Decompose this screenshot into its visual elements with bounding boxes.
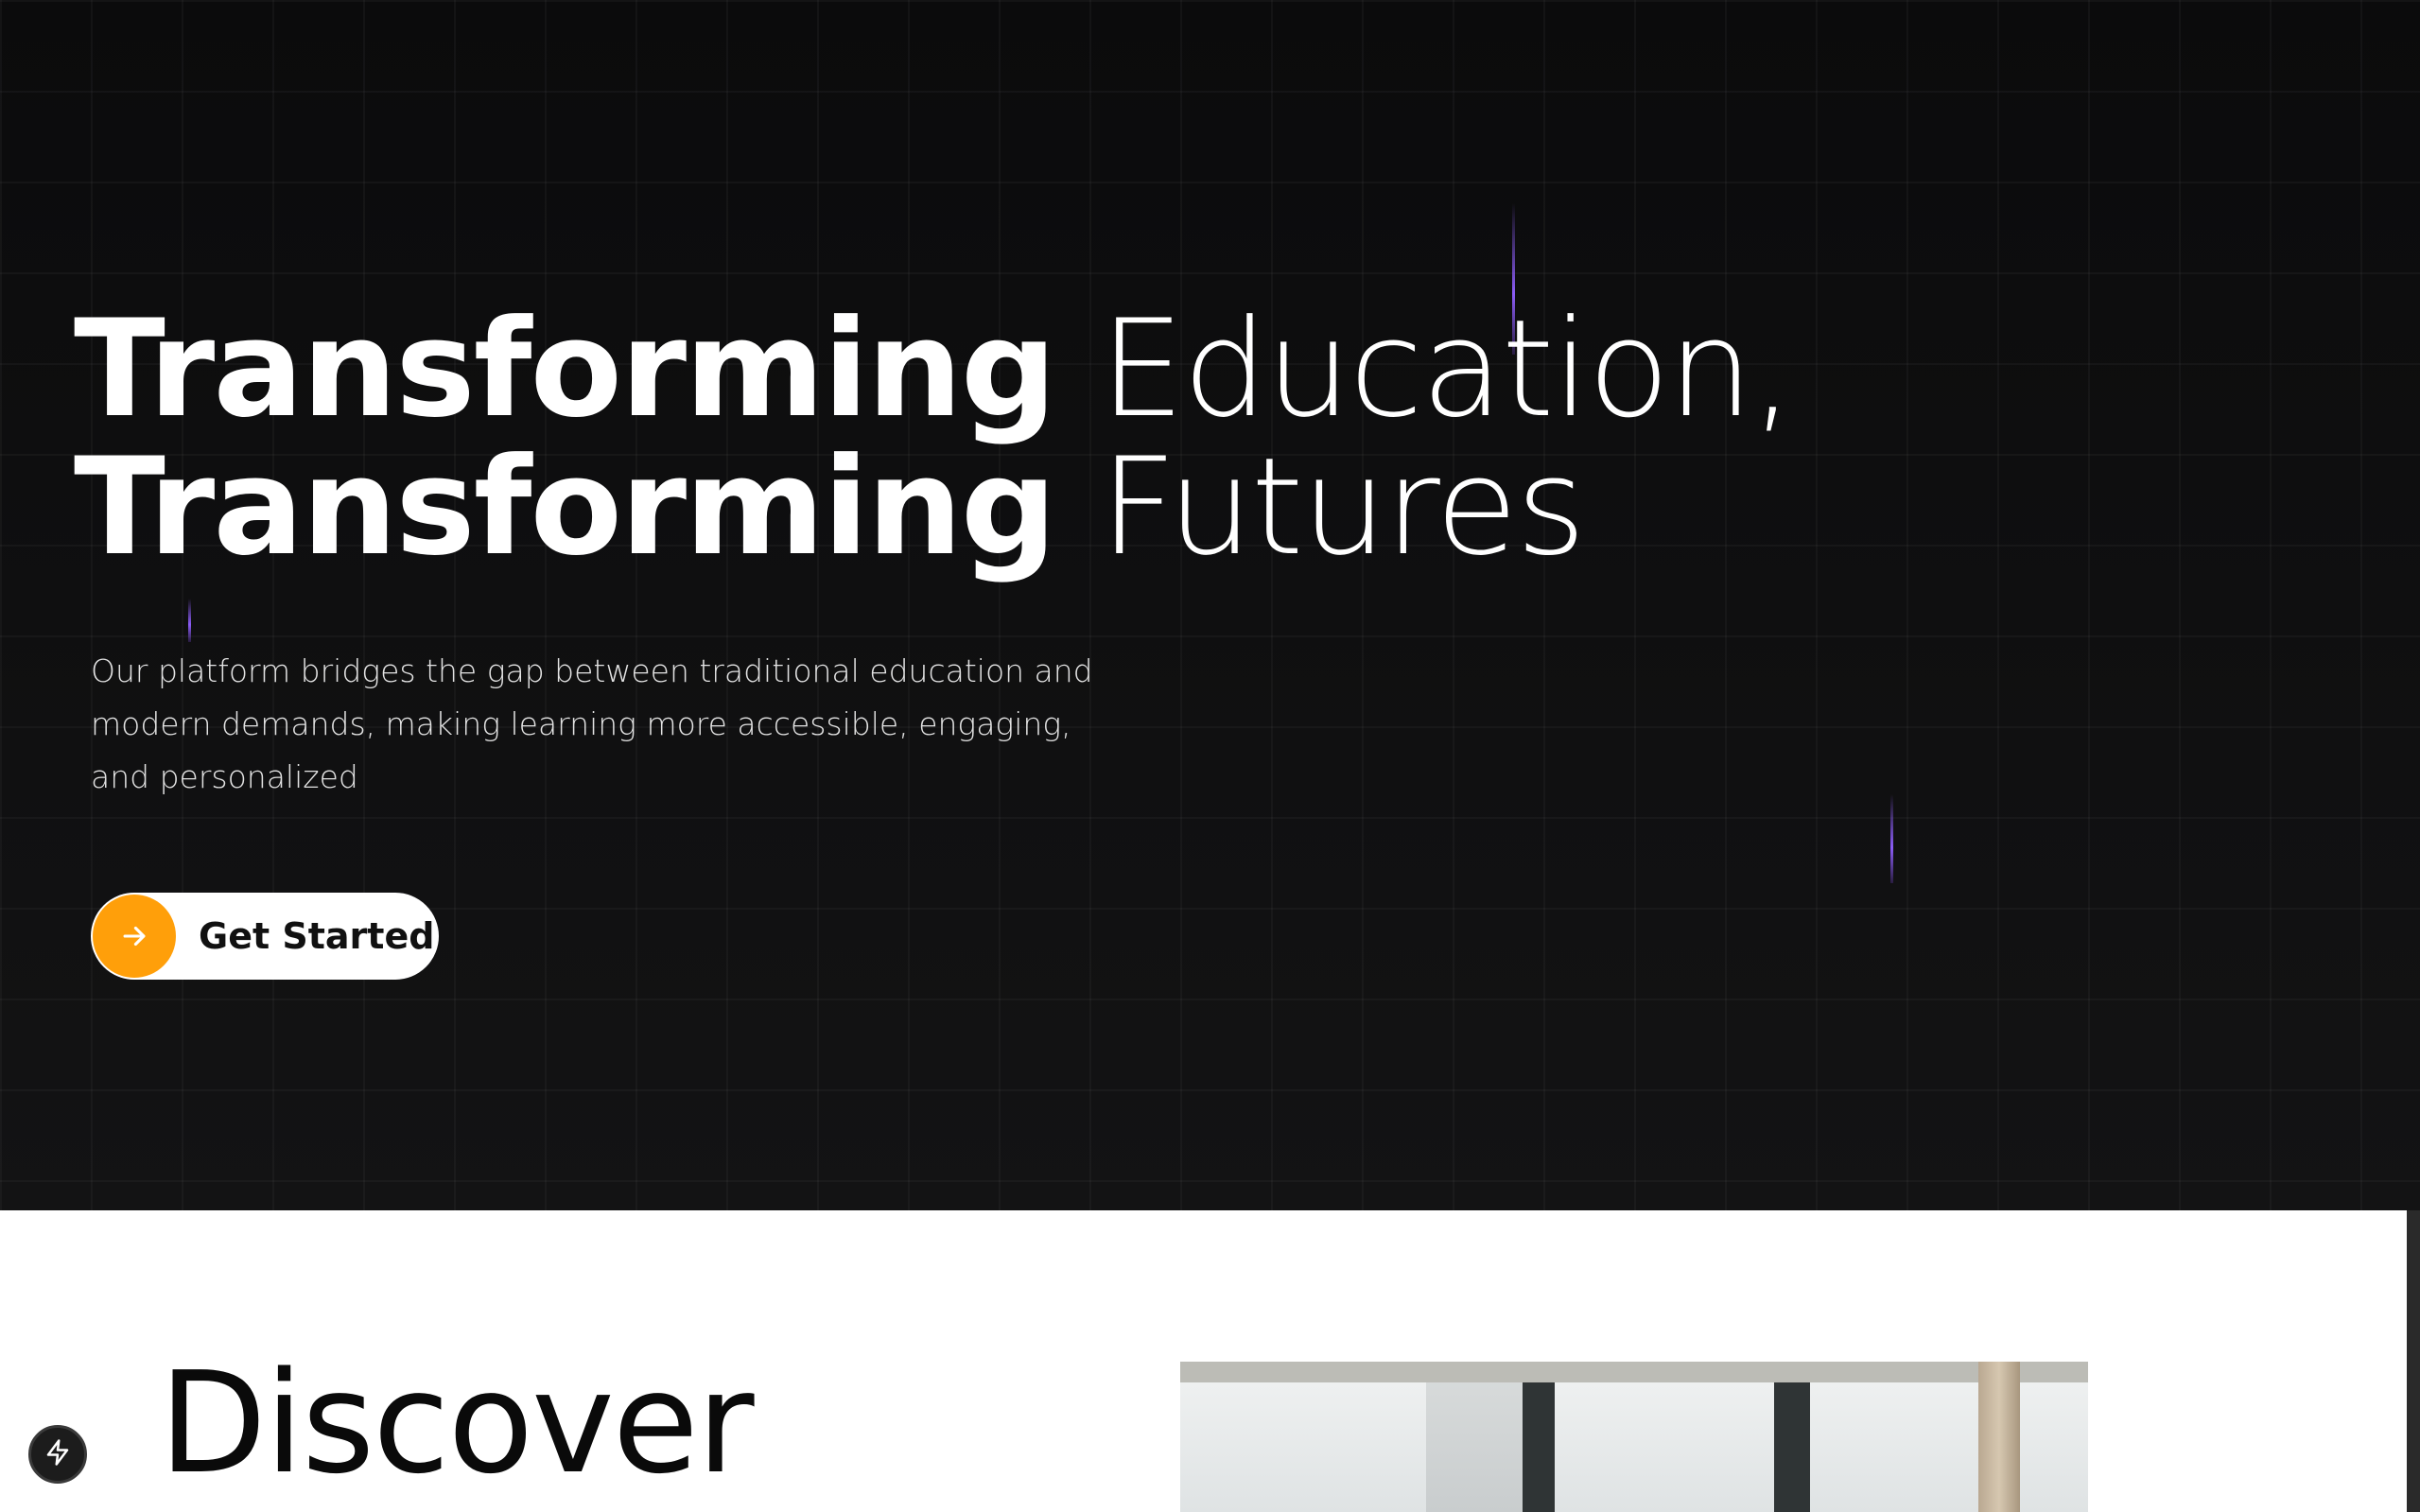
light-beam [188,599,191,642]
headline-line1-light: Education, [1099,291,1794,447]
hero-section: Transforming Education, Transforming Fut… [0,0,2420,1210]
scrollbar-track[interactable] [2407,1210,2420,1512]
headline-line2-light: Futures [1099,429,1586,585]
hero-headline: Transforming Education, Transforming Fut… [74,301,1794,577]
light-beam [1890,794,1893,883]
discover-section: Discover [0,1210,2407,1512]
headline-line1-bold: Transforming [74,291,1056,447]
lightning-icon [44,1438,72,1470]
headline-line2-bold: Transforming [74,429,1056,585]
hero-subtitle: Our platform bridges the gap between tra… [91,652,1093,795]
arrow-right-icon [93,895,176,978]
hero-grid-background [0,0,2420,1210]
discover-heading: Discover [159,1342,755,1504]
get-started-button[interactable]: Get Started [91,893,439,980]
classroom-photo [1180,1362,2088,1512]
dev-tools-badge[interactable] [28,1425,87,1484]
get-started-label: Get Started [199,915,435,957]
